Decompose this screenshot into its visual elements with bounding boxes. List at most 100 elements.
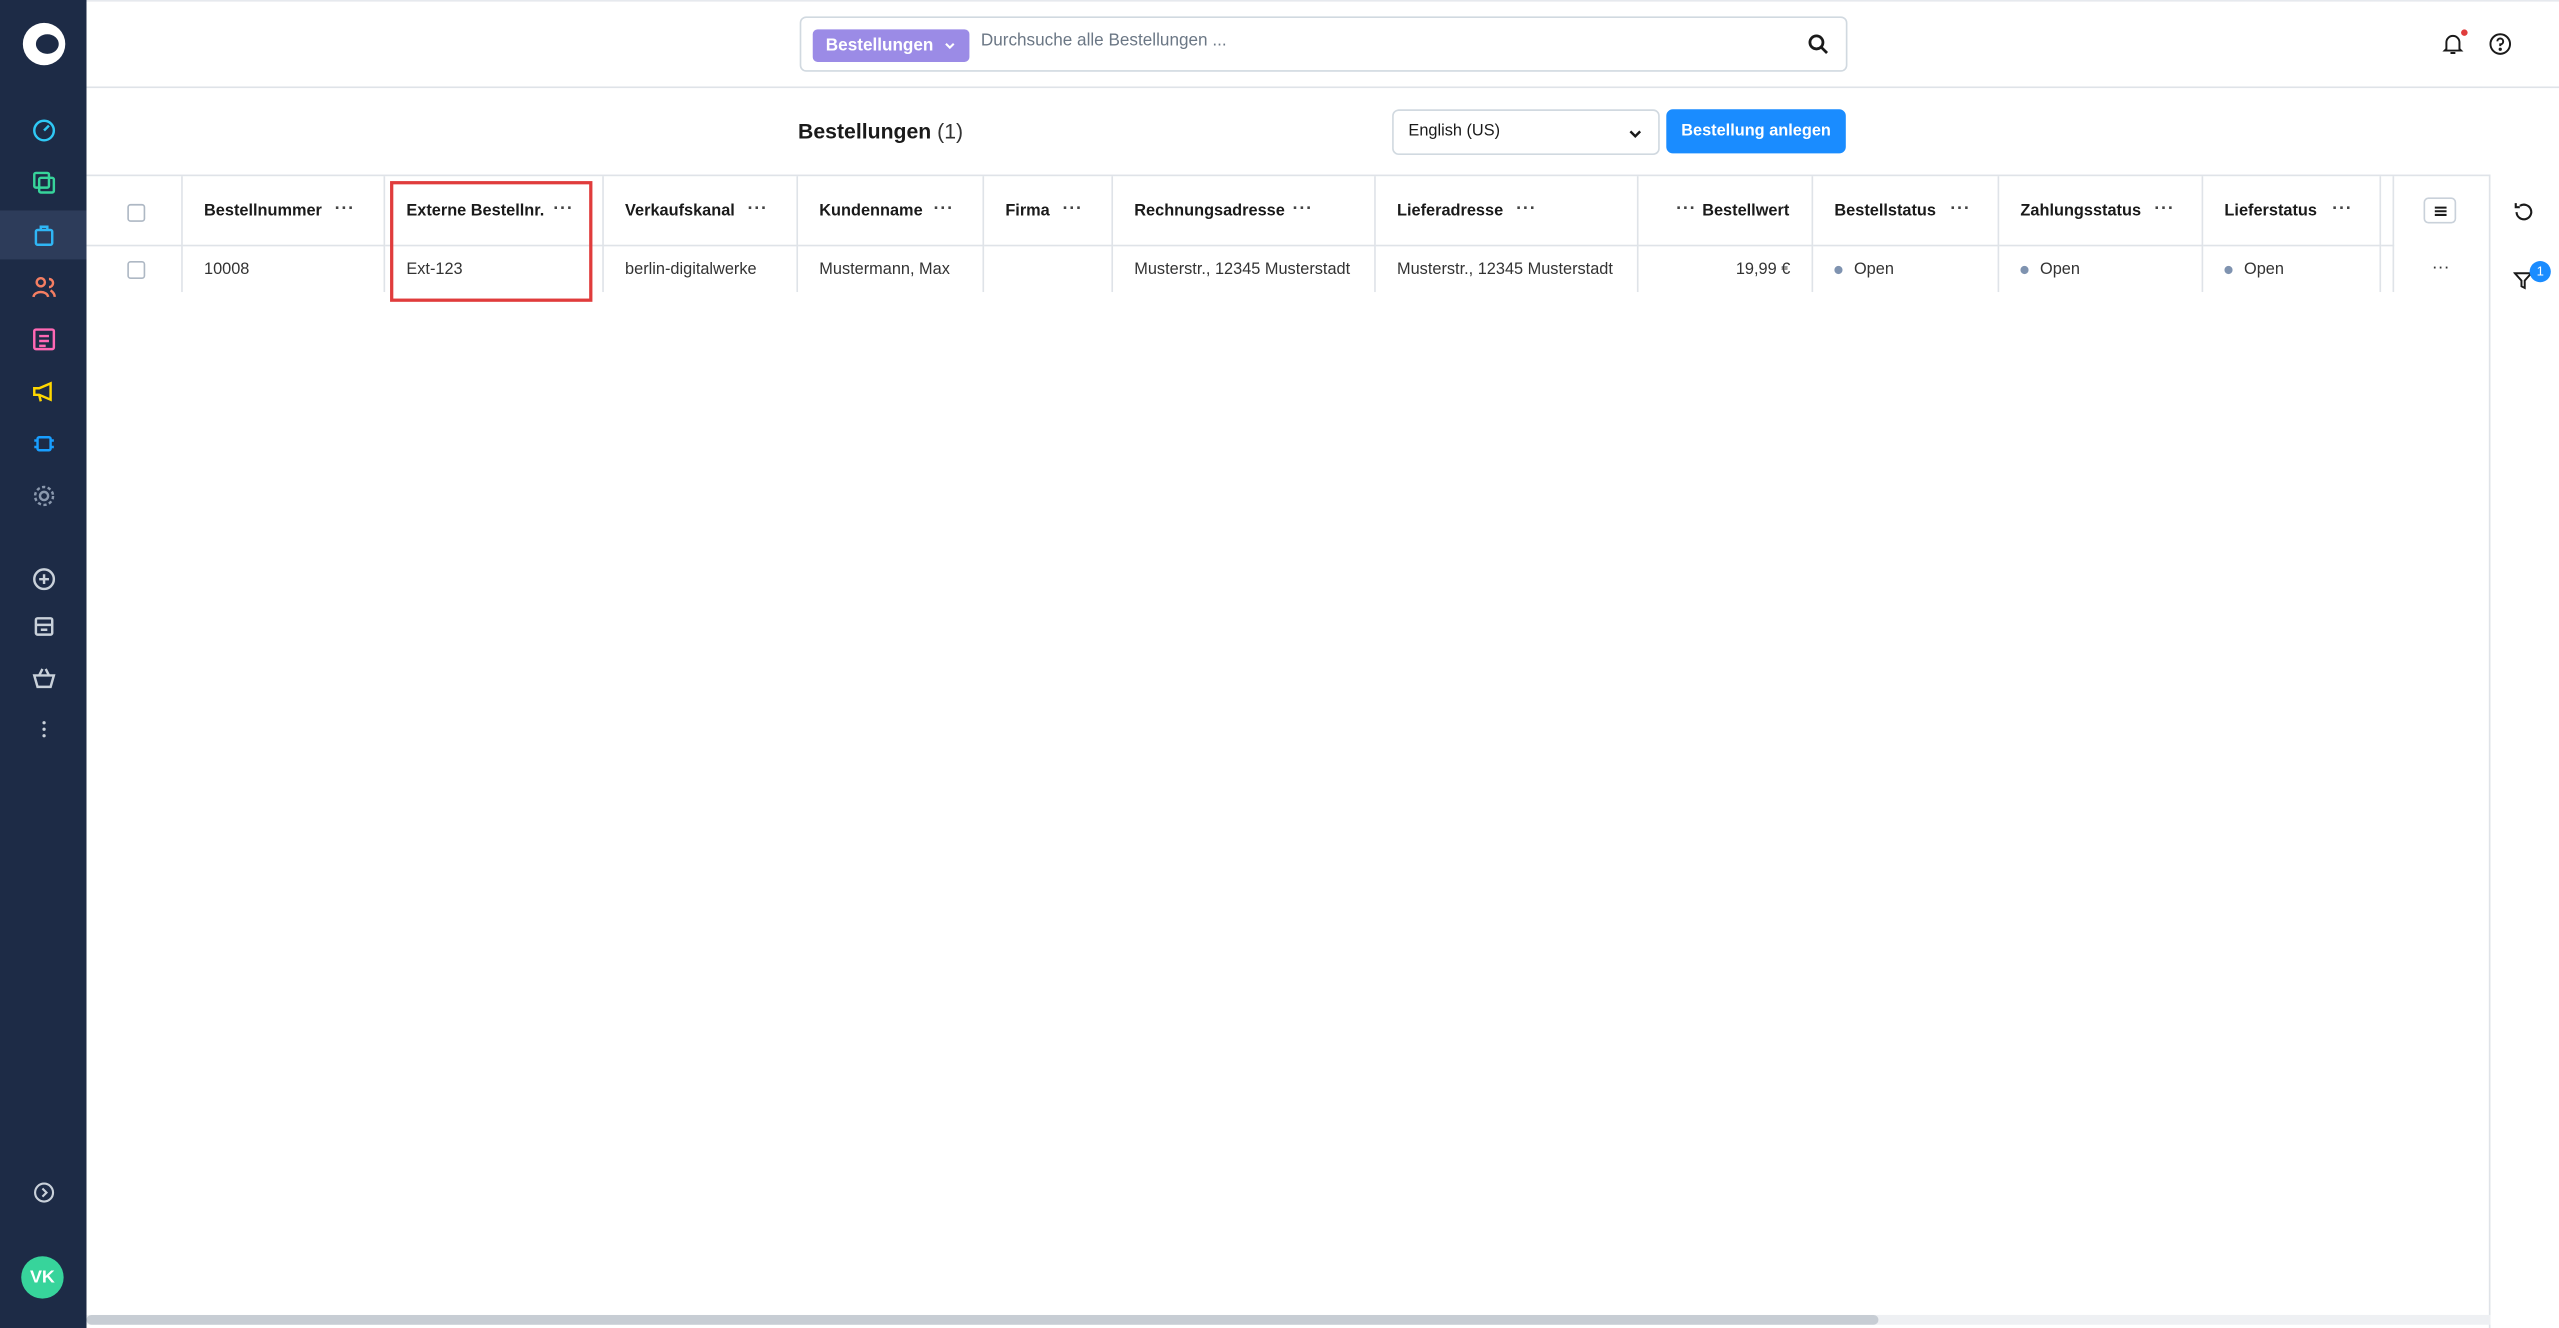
top-bar: Bestellungen Durchsuche alle Bestellunge… — [86, 0, 2559, 89]
select-all-checkbox[interactable] — [127, 203, 146, 222]
language-value: English (US) — [1408, 122, 1501, 141]
table-cell[interactable] — [984, 246, 1114, 293]
horizontal-scrollbar[interactable] — [86, 1314, 2491, 1325]
expand-sidebar-icon[interactable] — [0, 1168, 86, 1217]
more-icon[interactable] — [0, 705, 86, 754]
column-menu-icon[interactable]: ··· — [747, 199, 767, 219]
table-cell[interactable]: Mustermann, Max — [798, 246, 985, 293]
status-dot — [2224, 265, 2233, 274]
page-title: Bestellungen (1) — [798, 119, 963, 143]
column-label: Rechnungsadresse — [1134, 202, 1285, 221]
column-header-bestellwert[interactable]: ··· Bestellwert — [1638, 176, 1814, 247]
column-menu-icon[interactable]: ··· — [1676, 199, 1696, 219]
nav-extensions-icon[interactable] — [0, 419, 86, 468]
nav-catalog-icon[interactable] — [0, 158, 86, 207]
notification-dot — [2461, 29, 2468, 36]
search-entity-label: Bestellungen — [825, 35, 934, 56]
search-icon[interactable] — [1807, 33, 1830, 56]
column-header-firma[interactable]: Firma ··· — [984, 176, 1114, 247]
column-label: Zahlungsstatus — [2020, 202, 2142, 221]
basket-icon[interactable] — [0, 654, 86, 703]
shopware-logo[interactable] — [22, 22, 66, 66]
column-header-zahlungsstatus[interactable]: Zahlungsstatus ··· — [1999, 176, 2204, 247]
row-select-cell — [86, 246, 183, 293]
column-label: Firma — [1005, 202, 1050, 221]
table-cell[interactable]: berlin-digitalwerke — [604, 246, 799, 293]
column-spacer — [2381, 246, 2395, 293]
notifications-bell-icon[interactable] — [2441, 33, 2464, 56]
column-header-kundenname[interactable]: Kundenname ··· — [798, 176, 985, 247]
table-cell[interactable]: Open — [1999, 246, 2204, 293]
table-cell[interactable]: Musterstr., 12345 Musterstadt — [1113, 246, 1376, 293]
column-label: Bestellwert — [1702, 202, 1790, 221]
nav-content-icon[interactable] — [0, 315, 86, 364]
nav-dashboard-icon[interactable] — [0, 106, 86, 155]
column-menu-icon[interactable]: ··· — [553, 199, 573, 219]
column-header-lieferadresse[interactable]: Lieferadresse ··· — [1375, 176, 1639, 247]
create-order-button[interactable]: Bestellung anlegen — [1666, 109, 1846, 154]
column-label: Lieferadresse — [1397, 202, 1504, 221]
column-menu-icon[interactable]: ··· — [934, 199, 954, 219]
column-menu-icon[interactable]: ··· — [2332, 199, 2352, 219]
storefront-icon[interactable] — [0, 602, 86, 651]
column-header-verkaufskanal[interactable]: Verkaufskanal ··· — [603, 176, 799, 247]
search-entity-selector[interactable]: Bestellungen — [812, 29, 970, 62]
delivery-status: Open — [2224, 261, 2284, 279]
user-avatar[interactable]: VK — [21, 1256, 64, 1299]
orders-table: Bestellnummer ··· 10008 Externe Bestelln… — [86, 174, 2491, 1319]
table-cell[interactable]: 19,99 € — [1639, 246, 1814, 293]
global-search[interactable]: Bestellungen Durchsuche alle Bestellunge… — [799, 16, 1848, 72]
column-settings-button[interactable] — [2423, 197, 2457, 224]
nav-marketing-icon[interactable] — [0, 367, 86, 416]
row-checkbox[interactable] — [127, 261, 146, 279]
column-label: Bestellnummer — [204, 202, 322, 221]
add-sales-channel-icon[interactable] — [0, 555, 86, 604]
column-label: Kundenname — [819, 202, 923, 221]
sidebar-right-panel — [2488, 174, 2559, 1328]
customer-name: Mustermann, Max — [819, 261, 950, 279]
page-title-text: Bestellungen — [798, 119, 932, 144]
column-menu-icon[interactable]: ··· — [2154, 199, 2174, 219]
help-icon[interactable] — [2489, 33, 2512, 56]
column-label: Lieferstatus — [2224, 202, 2317, 221]
search-placeholder[interactable]: Durchsuche alle Bestellungen ... — [981, 31, 1227, 51]
column-label: Bestellstatus — [1834, 202, 1936, 221]
order-number[interactable]: 10008 — [204, 261, 249, 279]
table-cell[interactable]: Open — [2203, 246, 2382, 293]
column-menu-icon[interactable]: ··· — [1950, 199, 1970, 219]
column-header-lieferstatus[interactable]: Lieferstatus ··· — [2203, 176, 2382, 247]
column-menu-icon[interactable]: ··· — [1062, 199, 1082, 219]
shipping-address: Musterstr., 12345 Musterstadt — [1397, 261, 1613, 279]
column-header-bestellnummer[interactable]: Bestellnummer ··· — [182, 176, 386, 247]
column-menu-icon[interactable]: ··· — [1293, 199, 1313, 219]
nav-orders-icon[interactable] — [0, 210, 87, 260]
select-all-cell — [86, 176, 183, 247]
table-cell[interactable]: Ext-123 — [385, 246, 604, 293]
filter-count-badge: 1 — [2529, 261, 2551, 283]
column-header-rechnungsadresse[interactable]: Rechnungsadresse ··· — [1113, 176, 1376, 247]
table-cell[interactable]: Open — [1813, 246, 2000, 293]
refresh-icon[interactable] — [2512, 201, 2535, 224]
table-cell[interactable]: 10008 — [183, 246, 386, 293]
page-count: (1) — [937, 119, 964, 144]
column-menu-icon[interactable]: ··· — [335, 199, 355, 219]
nav-customers-icon[interactable] — [0, 263, 86, 312]
sales-channel: berlin-digitalwerke — [625, 261, 757, 279]
language-select[interactable]: English (US) — [1392, 109, 1660, 155]
status-dot — [2020, 265, 2029, 274]
billing-address: Musterstr., 12345 Musterstadt — [1134, 261, 1351, 279]
row-actions-icon[interactable]: ··· — [2432, 258, 2450, 278]
column-menu-icon[interactable]: ··· — [1516, 199, 1536, 219]
payment-status-text: Open — [2040, 261, 2080, 279]
table-cell[interactable]: Musterstr., 12345 Musterstadt — [1376, 246, 1639, 293]
nav-settings-icon[interactable] — [0, 471, 86, 520]
column-header-bestellstatus[interactable]: Bestellstatus ··· — [1813, 176, 2000, 247]
column-header-extern[interactable]: Externe Bestellnr. ··· — [385, 176, 604, 247]
scrollbar-thumb[interactable] — [86, 1314, 1879, 1325]
column-label: Verkaufskanal — [625, 202, 735, 221]
external-order-number: Ext-123 — [406, 261, 463, 279]
status-dot — [1834, 265, 1843, 274]
column-spacer — [2381, 176, 2395, 247]
admin-sidebar: VK — [0, 0, 87, 1328]
chevron-down-icon — [1629, 130, 1642, 138]
